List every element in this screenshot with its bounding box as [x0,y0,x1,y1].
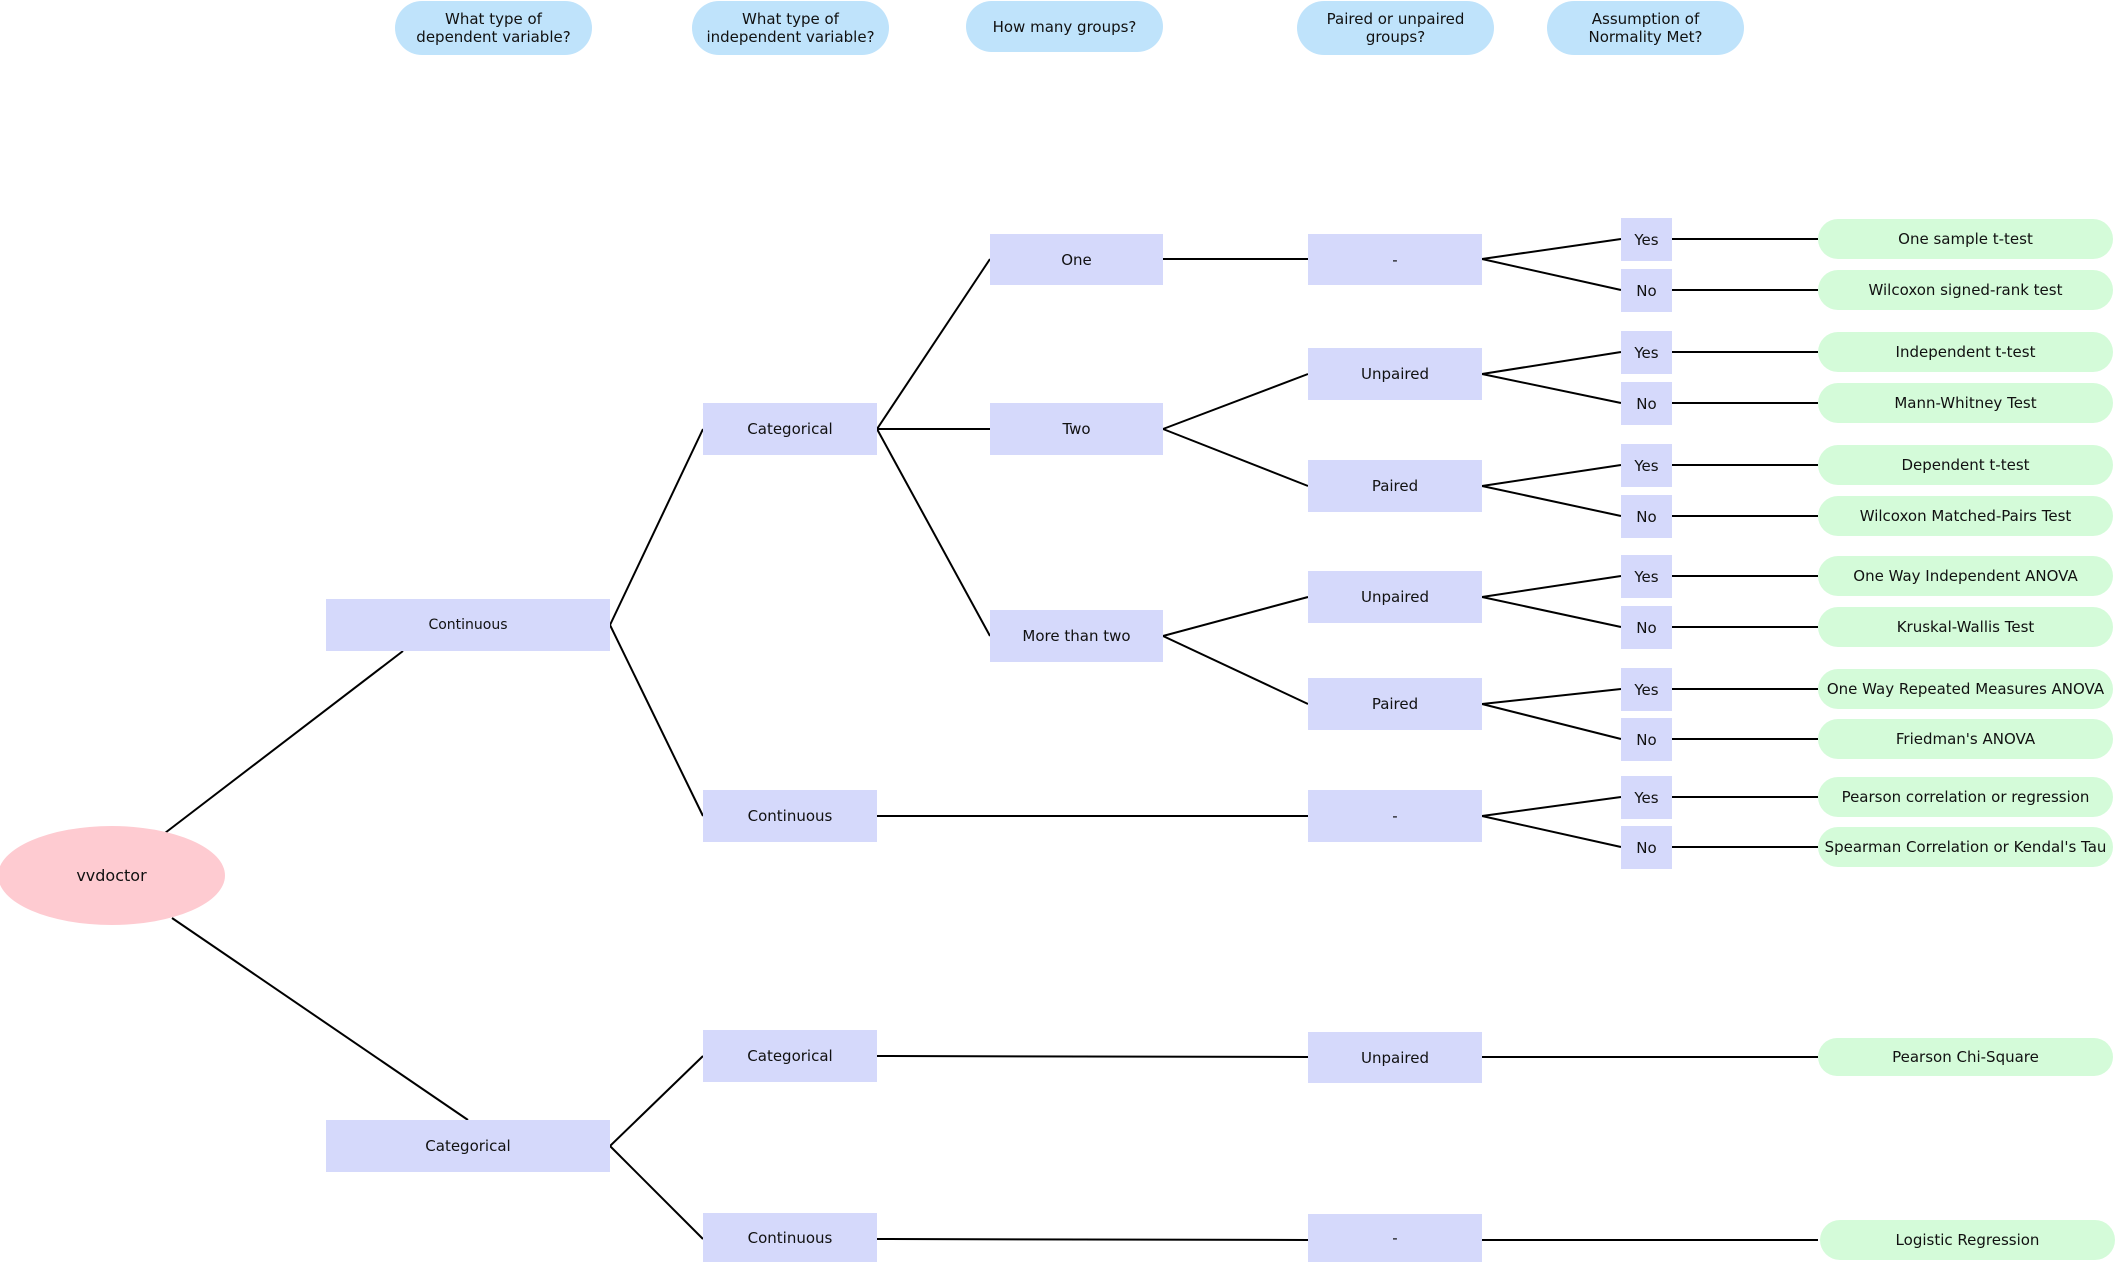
edge [609,1145,704,1240]
node-pairing-na-one[interactable]: - [1308,234,1482,285]
header-normality: Assumption of Normality Met? [1547,1,1744,55]
result-wilcoxon-matched-pairs[interactable]: Wilcoxon Matched-Pairs Test [1818,496,2113,536]
node-pairing-paired-two[interactable]: Paired [1308,460,1482,512]
result-one-sample-t-test[interactable]: One sample t-test [1818,219,2113,259]
node-independent-continuous[interactable]: Continuous [703,790,877,842]
edge [1481,258,1622,291]
result-mann-whitney[interactable]: Mann-Whitney Test [1818,383,2113,423]
result-wilcoxon-signed-rank[interactable]: Wilcoxon signed-rank test [1818,270,2113,310]
node-independent-categorical[interactable]: Categorical [703,403,877,455]
node-pairing-unpaired-more[interactable]: Unpaired [1308,571,1482,623]
result-logistic-regression[interactable]: Logistic Regression [1820,1220,2115,1260]
node-pairing-paired-more[interactable]: Paired [1308,678,1482,730]
edge [1481,796,1622,817]
edge-root-categorical [171,917,469,1121]
edge [1481,688,1622,705]
node-normality-no[interactable]: No [1621,382,1672,425]
node-normality-no[interactable]: No [1621,718,1672,761]
edge [1481,596,1622,628]
result-pearson-correlation[interactable]: Pearson correlation or regression [1818,777,2113,817]
result-independent-t-test[interactable]: Independent t-test [1818,332,2113,372]
node-groups-one[interactable]: One [990,234,1163,285]
node-pairing-unpaired-two[interactable]: Unpaired [1308,348,1482,400]
result-dependent-t-test[interactable]: Dependent t-test [1818,445,2113,485]
node-normality-yes[interactable]: Yes [1621,555,1672,598]
node-normality-no[interactable]: No [1621,826,1672,869]
edge [1481,703,1622,740]
node-normality-no[interactable]: No [1621,269,1672,312]
node-independent-continuous-2[interactable]: Continuous [703,1213,877,1262]
edge [1162,596,1309,637]
node-normality-yes[interactable]: Yes [1621,776,1672,819]
edge [1162,373,1309,430]
edge [1481,485,1622,517]
node-groups-more-than-two[interactable]: More than two [990,610,1163,662]
edge [1481,373,1622,404]
edge [876,1238,1309,1241]
node-pairing-na-continuous[interactable]: - [1308,790,1482,842]
edge [1481,464,1622,487]
edge [1481,238,1622,260]
result-pearson-chi-square[interactable]: Pearson Chi-Square [1818,1038,2113,1076]
result-kruskal-wallis[interactable]: Kruskal-Wallis Test [1818,607,2113,647]
header-pairing: Paired or unpaired groups? [1297,1,1494,55]
root-node[interactable]: vvdoctor [0,826,225,925]
edge [876,428,991,637]
edge [609,624,704,817]
header-dependent-variable: What type of dependent variable? [395,1,592,55]
node-normality-yes[interactable]: Yes [1621,444,1672,487]
node-groups-two[interactable]: Two [990,403,1163,455]
edge [1481,815,1622,848]
result-repeated-measures-anova[interactable]: One Way Repeated Measures ANOVA [1818,669,2113,709]
header-independent-variable: What type of independent variable? [692,1,889,55]
node-independent-categorical-2[interactable]: Categorical [703,1030,877,1082]
node-pairing-na-categorical-continuous[interactable]: - [1308,1214,1482,1262]
edge [1481,575,1622,598]
edge [609,1055,704,1147]
node-normality-no[interactable]: No [1621,606,1672,649]
node-pairing-unpaired-categorical[interactable]: Unpaired [1308,1032,1482,1083]
edge [876,1055,1309,1058]
node-normality-yes[interactable]: Yes [1621,668,1672,711]
edge [609,428,704,626]
header-group-count: How many groups? [966,1,1163,52]
edge [1162,635,1309,705]
result-spearman-kendall[interactable]: Spearman Correlation or Kendal's Tau [1818,827,2113,867]
edge [1162,428,1309,487]
edge [876,258,991,430]
node-normality-yes[interactable]: Yes [1621,331,1672,374]
node-normality-no[interactable]: No [1621,495,1672,538]
node-normality-yes[interactable]: Yes [1621,218,1672,261]
edge [1481,351,1622,375]
edge-root-continuous [164,650,404,834]
node-dependent-categorical[interactable]: Categorical [326,1120,610,1172]
node-dependent-continuous[interactable]: Continuous [326,599,610,651]
result-friedman-anova[interactable]: Friedman's ANOVA [1818,719,2113,759]
result-one-way-independent-anova[interactable]: One Way Independent ANOVA [1818,556,2113,596]
